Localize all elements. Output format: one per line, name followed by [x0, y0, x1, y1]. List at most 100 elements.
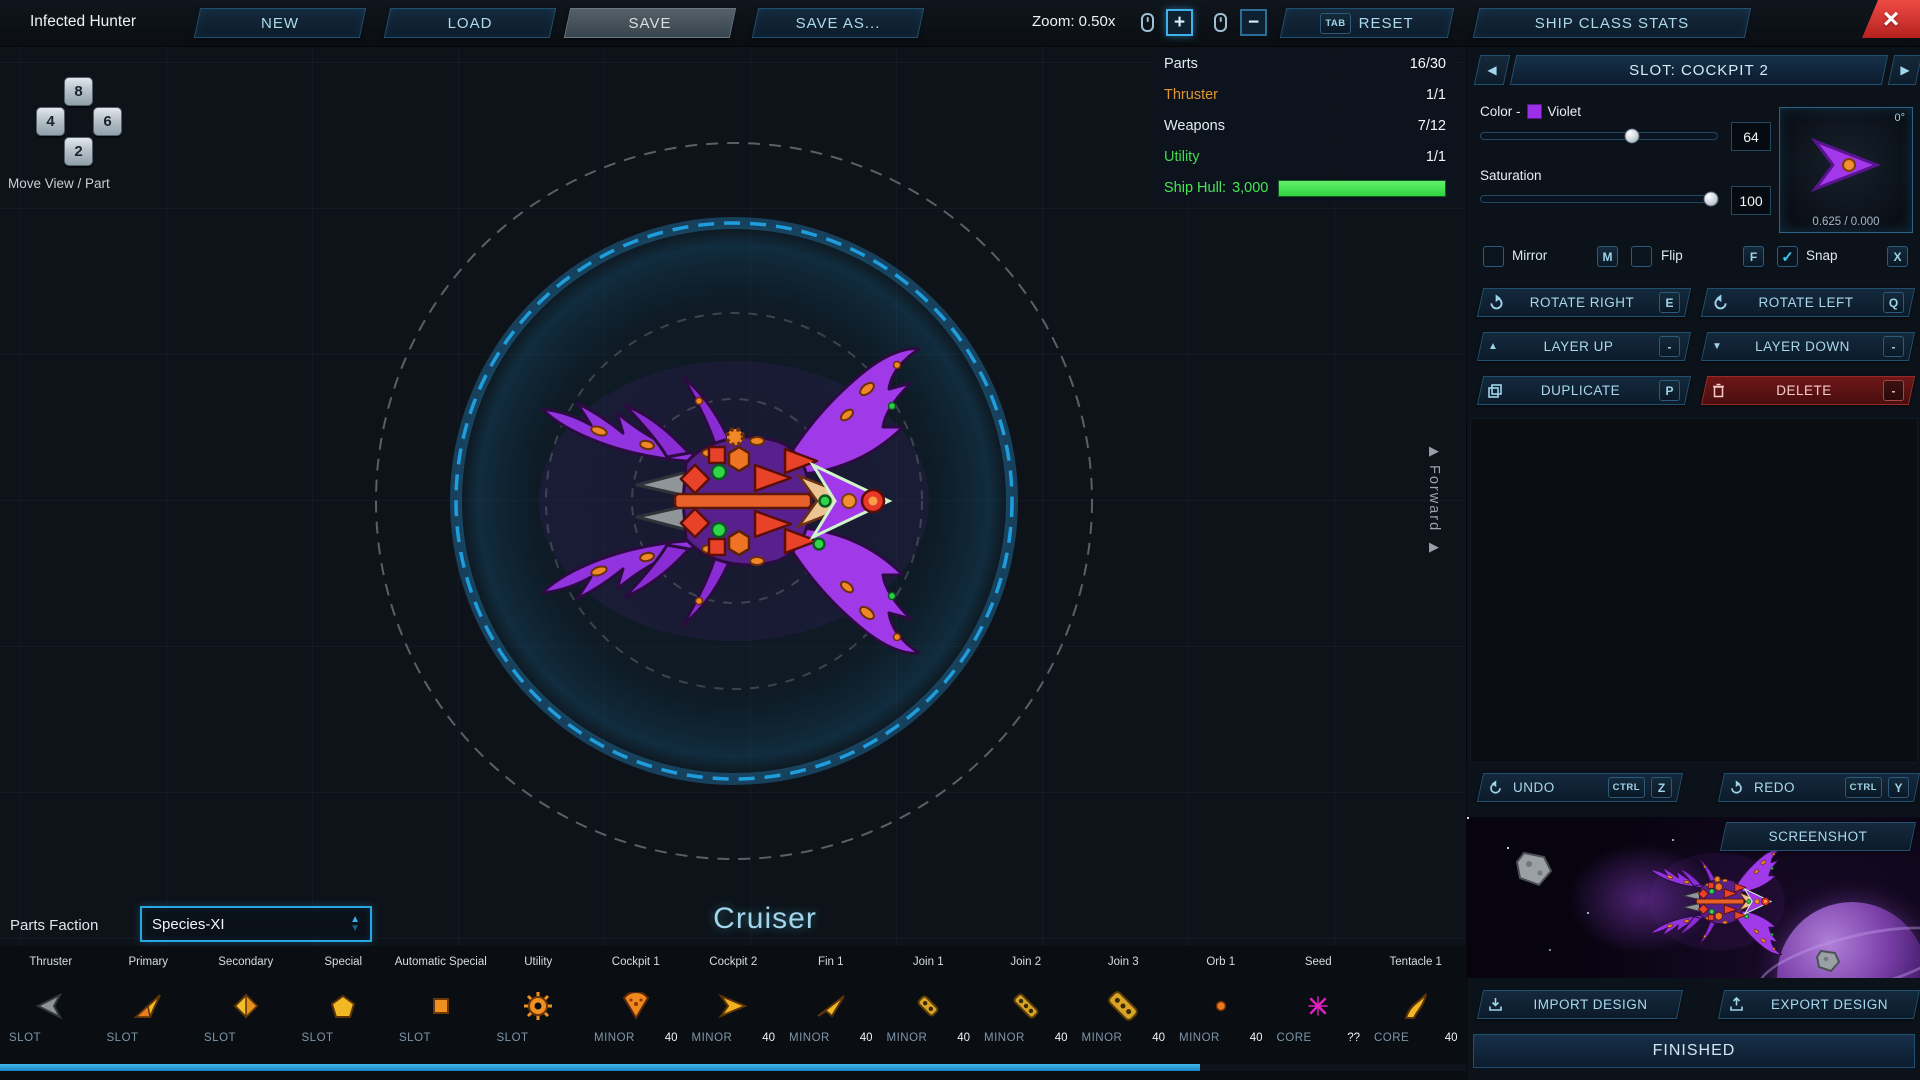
trash-icon [1712, 383, 1725, 398]
key-6-icon: 6 [93, 107, 122, 136]
mirror-checkbox[interactable] [1483, 246, 1504, 267]
orb-1-part-icon [1214, 984, 1228, 1028]
chevron-right-icon: ▶ [1892, 56, 1918, 84]
palette-item-cockpit-2[interactable]: Cockpit 2 MINOR40 [685, 954, 783, 1044]
palette-item-fin-1[interactable]: Fin 1 MINOR40 [782, 954, 880, 1044]
parts-faction-dropdown[interactable]: Species-XI ▲ ▼ [140, 906, 372, 942]
stats-value: 1/1 [1426, 149, 1446, 165]
mini-ship [1642, 844, 1792, 959]
rotate-cw-icon [1488, 294, 1505, 311]
ship-class-label: Cruiser [560, 902, 970, 936]
forward-arrow-bottom-icon: ▶ [1429, 540, 1439, 553]
palette-item-tentacle-1[interactable]: Tentacle 1 CORE40 [1367, 954, 1465, 1044]
flip-key-icon: F [1743, 246, 1764, 267]
flip-checkbox[interactable] [1631, 246, 1652, 267]
color-name: Violet [1548, 104, 1582, 119]
reset-view-button[interactable]: TAB RESET [1280, 8, 1454, 38]
tentacle-1-part-icon [1402, 984, 1430, 1028]
top-toolbar: Infected Hunter NEW LOAD SAVE SAVE AS...… [0, 0, 1920, 47]
palette-item-join-2[interactable]: Join 2 MINOR40 [977, 954, 1075, 1044]
layer-up-button[interactable]: ▲ LAYER UP - [1477, 332, 1691, 361]
zoom-level-label: Zoom: 0.50x [1032, 13, 1115, 30]
finished-button[interactable]: FINISHED [1473, 1034, 1915, 1068]
cockpit-2-part-icon [718, 984, 748, 1028]
import-design-button[interactable]: IMPORT DESIGN [1477, 990, 1683, 1019]
z-key-icon: Z [1651, 777, 1672, 798]
palette-item-cockpit-1[interactable]: Cockpit 1 MINOR40 [587, 954, 685, 1044]
stats-label: Utility [1164, 149, 1199, 165]
flip-label: Flip [1661, 248, 1683, 263]
redo-icon [1729, 780, 1744, 795]
palette-item-join-1[interactable]: Join 1 MINOR40 [880, 954, 978, 1044]
save-as-button[interactable]: SAVE AS... [752, 8, 924, 38]
dropdown-arrows-icon: ▲ ▼ [350, 915, 360, 933]
color-slider[interactable] [1480, 132, 1718, 140]
export-design-button[interactable]: EXPORT DESIGN [1718, 990, 1920, 1019]
mirror-key-icon: M [1597, 246, 1618, 267]
part-edit-panel: ◀ SLOT: COCKPIT 2 ▶ Color - Violet 64 0°… [1466, 46, 1920, 1080]
zoom-in-button[interactable]: + [1166, 9, 1193, 36]
palette-item-special[interactable]: Special SLOT [295, 954, 393, 1044]
design-screenshot-preview: SCREENSHOT [1467, 817, 1920, 978]
p-key-icon: P [1659, 380, 1680, 401]
palette-item-thruster[interactable]: Thruster SLOT [2, 954, 100, 1044]
automatic-special-part-icon [431, 984, 451, 1028]
palette-item-seed[interactable]: Seed CORE?? [1270, 954, 1368, 1044]
toggle-row: Mirror M Flip F ✓ Snap X [1467, 246, 1920, 268]
stats-value: 7/12 [1418, 118, 1446, 134]
palette-item-utility[interactable]: Utility SLOT [490, 954, 588, 1044]
ship-class-stats-button[interactable]: SHIP CLASS STATS [1473, 8, 1751, 38]
saturation-slider[interactable] [1480, 195, 1718, 203]
slot-prev-button[interactable]: ◀ [1474, 55, 1510, 85]
delete-key-icon: - [1883, 380, 1904, 401]
slot-title: SLOT: COCKPIT 2 [1510, 55, 1888, 85]
hull-value: 3,000 [1232, 180, 1268, 196]
undo-button[interactable]: UNDO CTRL Z [1477, 773, 1683, 802]
duplicate-button[interactable]: DUPLICATE P [1477, 376, 1691, 405]
palette-item-automatic-special[interactable]: Automatic Special SLOT [392, 954, 490, 1044]
palette-row: Thruster SLOT Primary SLOT Secondary SLO… [2, 954, 1466, 1044]
hull-label: Ship Hull: [1164, 180, 1226, 196]
import-icon [1488, 997, 1503, 1012]
part-offset: 0.625 / 0.000 [1780, 216, 1912, 228]
color-swatch [1527, 104, 1542, 119]
snap-key-icon: X [1887, 246, 1908, 267]
saturation-label: Saturation [1480, 168, 1542, 183]
faction-value: Species-XI [152, 916, 225, 933]
asteroid-icon [1515, 851, 1553, 887]
new-button[interactable]: NEW [194, 8, 366, 38]
load-button[interactable]: LOAD [384, 8, 556, 38]
parts-faction-label: Parts Faction [10, 917, 98, 934]
ship-design[interactable] [519, 336, 949, 666]
redo-button[interactable]: REDO CTRL Y [1718, 773, 1920, 802]
close-button[interactable]: × [1862, 0, 1920, 38]
palette-item-primary[interactable]: Primary SLOT [100, 954, 198, 1044]
parts-palette: Thruster SLOT Primary SLOT Secondary SLO… [0, 946, 1466, 1080]
palette-item-join-3[interactable]: Join 3 MINOR40 [1075, 954, 1173, 1044]
palette-item-orb-1[interactable]: Orb 1 MINOR40 [1172, 954, 1270, 1044]
color-slider-knob[interactable] [1625, 129, 1640, 144]
palette-item-secondary[interactable]: Secondary SLOT [197, 954, 295, 1044]
saturation-slider-knob[interactable] [1704, 192, 1719, 207]
rotate-right-button[interactable]: ROTATE RIGHT E [1477, 288, 1691, 317]
move-view-caption: Move View / Part [8, 176, 110, 191]
snap-checkbox[interactable]: ✓ [1777, 246, 1798, 267]
slot-next-button[interactable]: ▶ [1888, 55, 1920, 85]
zoom-out-button[interactable]: − [1240, 9, 1267, 36]
save-button[interactable]: SAVE [564, 8, 736, 38]
chevron-left-icon: ◀ [1478, 56, 1506, 84]
palette-scrollbar-track[interactable] [0, 1064, 1466, 1071]
rotate-left-button[interactable]: ROTATE LEFT Q [1701, 288, 1915, 317]
mouse-scroll-up-icon [1141, 13, 1154, 32]
q-key-icon: Q [1883, 292, 1904, 313]
palette-scrollbar-thumb[interactable] [0, 1064, 1200, 1071]
key-2-icon: 2 [64, 137, 93, 166]
stats-label: Parts [1164, 56, 1198, 72]
ctrl-key-icon: CTRL [1845, 777, 1882, 798]
triangle-up-icon: ▲ [1488, 341, 1498, 352]
stats-row-weapons: Weapons 7/12 [1154, 111, 1456, 141]
screenshot-button[interactable]: SCREENSHOT [1720, 822, 1916, 851]
delete-button[interactable]: DELETE - [1701, 376, 1915, 405]
layer-down-button[interactable]: ▼ LAYER DOWN - [1701, 332, 1915, 361]
duplicate-icon [1488, 384, 1502, 398]
